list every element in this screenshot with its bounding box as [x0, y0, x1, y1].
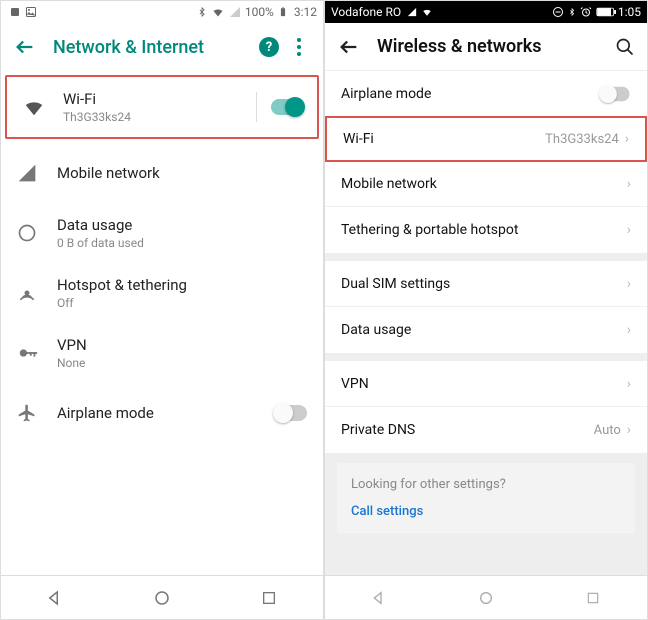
row-vpn[interactable]: VPN ›: [325, 361, 647, 407]
row-mobile[interactable]: Mobile network: [1, 143, 323, 203]
navbar-right: [325, 575, 647, 619]
row-data[interactable]: Data usage ›: [325, 307, 647, 353]
row-data-usage[interactable]: Data usage 0 B of data used: [1, 203, 323, 263]
appbar-right: Wireless & networks: [325, 23, 647, 71]
appbar-left: Network & Internet ?: [1, 23, 323, 71]
row-mobile-title: Mobile network: [57, 164, 307, 182]
clock: 3:12: [294, 5, 317, 19]
wifi-icon: [421, 7, 433, 17]
wifi-toggle[interactable]: [271, 99, 301, 115]
bluetooth-icon: [197, 5, 207, 19]
row-wifi[interactable]: Wi-Fi Th3G33ks24: [7, 77, 317, 137]
row-wifi[interactable]: Wi-Fi Th3G33ks24 ›: [325, 116, 647, 162]
nav-recents[interactable]: [583, 588, 603, 608]
chevron-right-icon: ›: [627, 276, 631, 292]
row-wifi-sub: Th3G33ks24: [63, 110, 256, 124]
dnd-icon: [552, 6, 564, 18]
status-bar-left: 100% 3:12: [1, 1, 323, 23]
nav-home[interactable]: [476, 588, 496, 608]
page-title: Wireless & networks: [377, 36, 541, 57]
battery-icon: [278, 5, 288, 19]
bluetooth-icon: [568, 6, 576, 18]
row-dns[interactable]: Private DNS Auto ›: [325, 407, 647, 453]
airplane-icon: [17, 403, 37, 423]
call-settings-link[interactable]: Call settings: [351, 504, 621, 519]
row-wifi-title: Wi-Fi: [343, 131, 374, 147]
battery-icon: [596, 7, 616, 17]
wifi-icon: [211, 6, 225, 18]
row-vpn-sub: None: [57, 356, 307, 370]
row-hotspot[interactable]: Hotspot & tethering Off: [1, 263, 323, 323]
row-mobile[interactable]: Mobile network ›: [325, 161, 647, 207]
vpn-key-icon: [17, 342, 39, 364]
signal-icon: [17, 163, 37, 183]
nav-home[interactable]: [152, 588, 172, 608]
row-airplane-title: Airplane mode: [341, 86, 431, 102]
row-mobile-title: Mobile network: [341, 176, 437, 192]
chevron-right-icon: ›: [627, 422, 631, 438]
page-title: Network & Internet: [53, 37, 204, 58]
nav-back[interactable]: [369, 588, 389, 608]
chevron-right-icon: ›: [627, 322, 631, 338]
airplane-toggle[interactable]: [277, 405, 307, 421]
wifi-icon: [23, 96, 45, 118]
chevron-right-icon: ›: [627, 376, 631, 392]
footer-question: Looking for other settings?: [351, 477, 621, 492]
nav-back[interactable]: [45, 588, 65, 608]
row-tether[interactable]: Tethering & portable hotspot ›: [325, 207, 647, 253]
row-airplane[interactable]: Airplane mode: [1, 383, 323, 443]
back-button[interactable]: [13, 35, 37, 59]
back-button[interactable]: [337, 35, 361, 59]
row-data-title: Data usage: [57, 216, 307, 234]
footer-box: Looking for other settings? Call setting…: [337, 463, 635, 533]
row-vpn-title: VPN: [341, 376, 369, 392]
row-airplane[interactable]: Airplane mode: [325, 71, 647, 117]
data-usage-icon: [17, 223, 37, 243]
row-dns-title: Private DNS: [341, 422, 415, 438]
nav-recents[interactable]: [259, 588, 279, 608]
row-airplane-title: Airplane mode: [57, 404, 277, 422]
battery-pct: 100%: [245, 5, 274, 19]
image-icon: [25, 6, 37, 18]
airplane-toggle[interactable]: [603, 86, 630, 100]
clock: 1:05: [618, 5, 641, 19]
chevron-right-icon: ›: [625, 131, 629, 147]
row-hotspot-title: Hotspot & tethering: [57, 276, 307, 294]
hotspot-icon: [17, 283, 37, 303]
help-icon[interactable]: ?: [259, 37, 279, 57]
signal-icon: [229, 6, 241, 18]
chevron-right-icon: ›: [627, 176, 631, 192]
status-bar-right: Vodafone RO 1:05: [325, 1, 647, 23]
row-wifi-title: Wi-Fi: [63, 90, 256, 108]
row-sim[interactable]: Dual SIM settings ›: [325, 261, 647, 307]
row-wifi-val: Th3G33ks24: [545, 132, 619, 147]
notif-icon: [9, 6, 21, 18]
row-vpn-title: VPN: [57, 336, 307, 354]
search-icon[interactable]: [615, 37, 635, 57]
signal-icon: [407, 7, 417, 17]
row-data-sub: 0 B of data used: [57, 236, 307, 250]
carrier-label: Vodafone RO: [331, 5, 401, 19]
alarm-icon: [580, 6, 592, 18]
row-hotspot-sub: Off: [57, 296, 307, 310]
row-data-title: Data usage: [341, 322, 411, 338]
row-vpn[interactable]: VPN None: [1, 323, 323, 383]
more-menu-icon[interactable]: [287, 35, 311, 59]
row-sim-title: Dual SIM settings: [341, 276, 450, 292]
row-dns-val: Auto: [594, 423, 621, 438]
chevron-right-icon: ›: [627, 222, 631, 238]
navbar-left: [1, 575, 323, 619]
row-tether-title: Tethering & portable hotspot: [341, 222, 518, 238]
